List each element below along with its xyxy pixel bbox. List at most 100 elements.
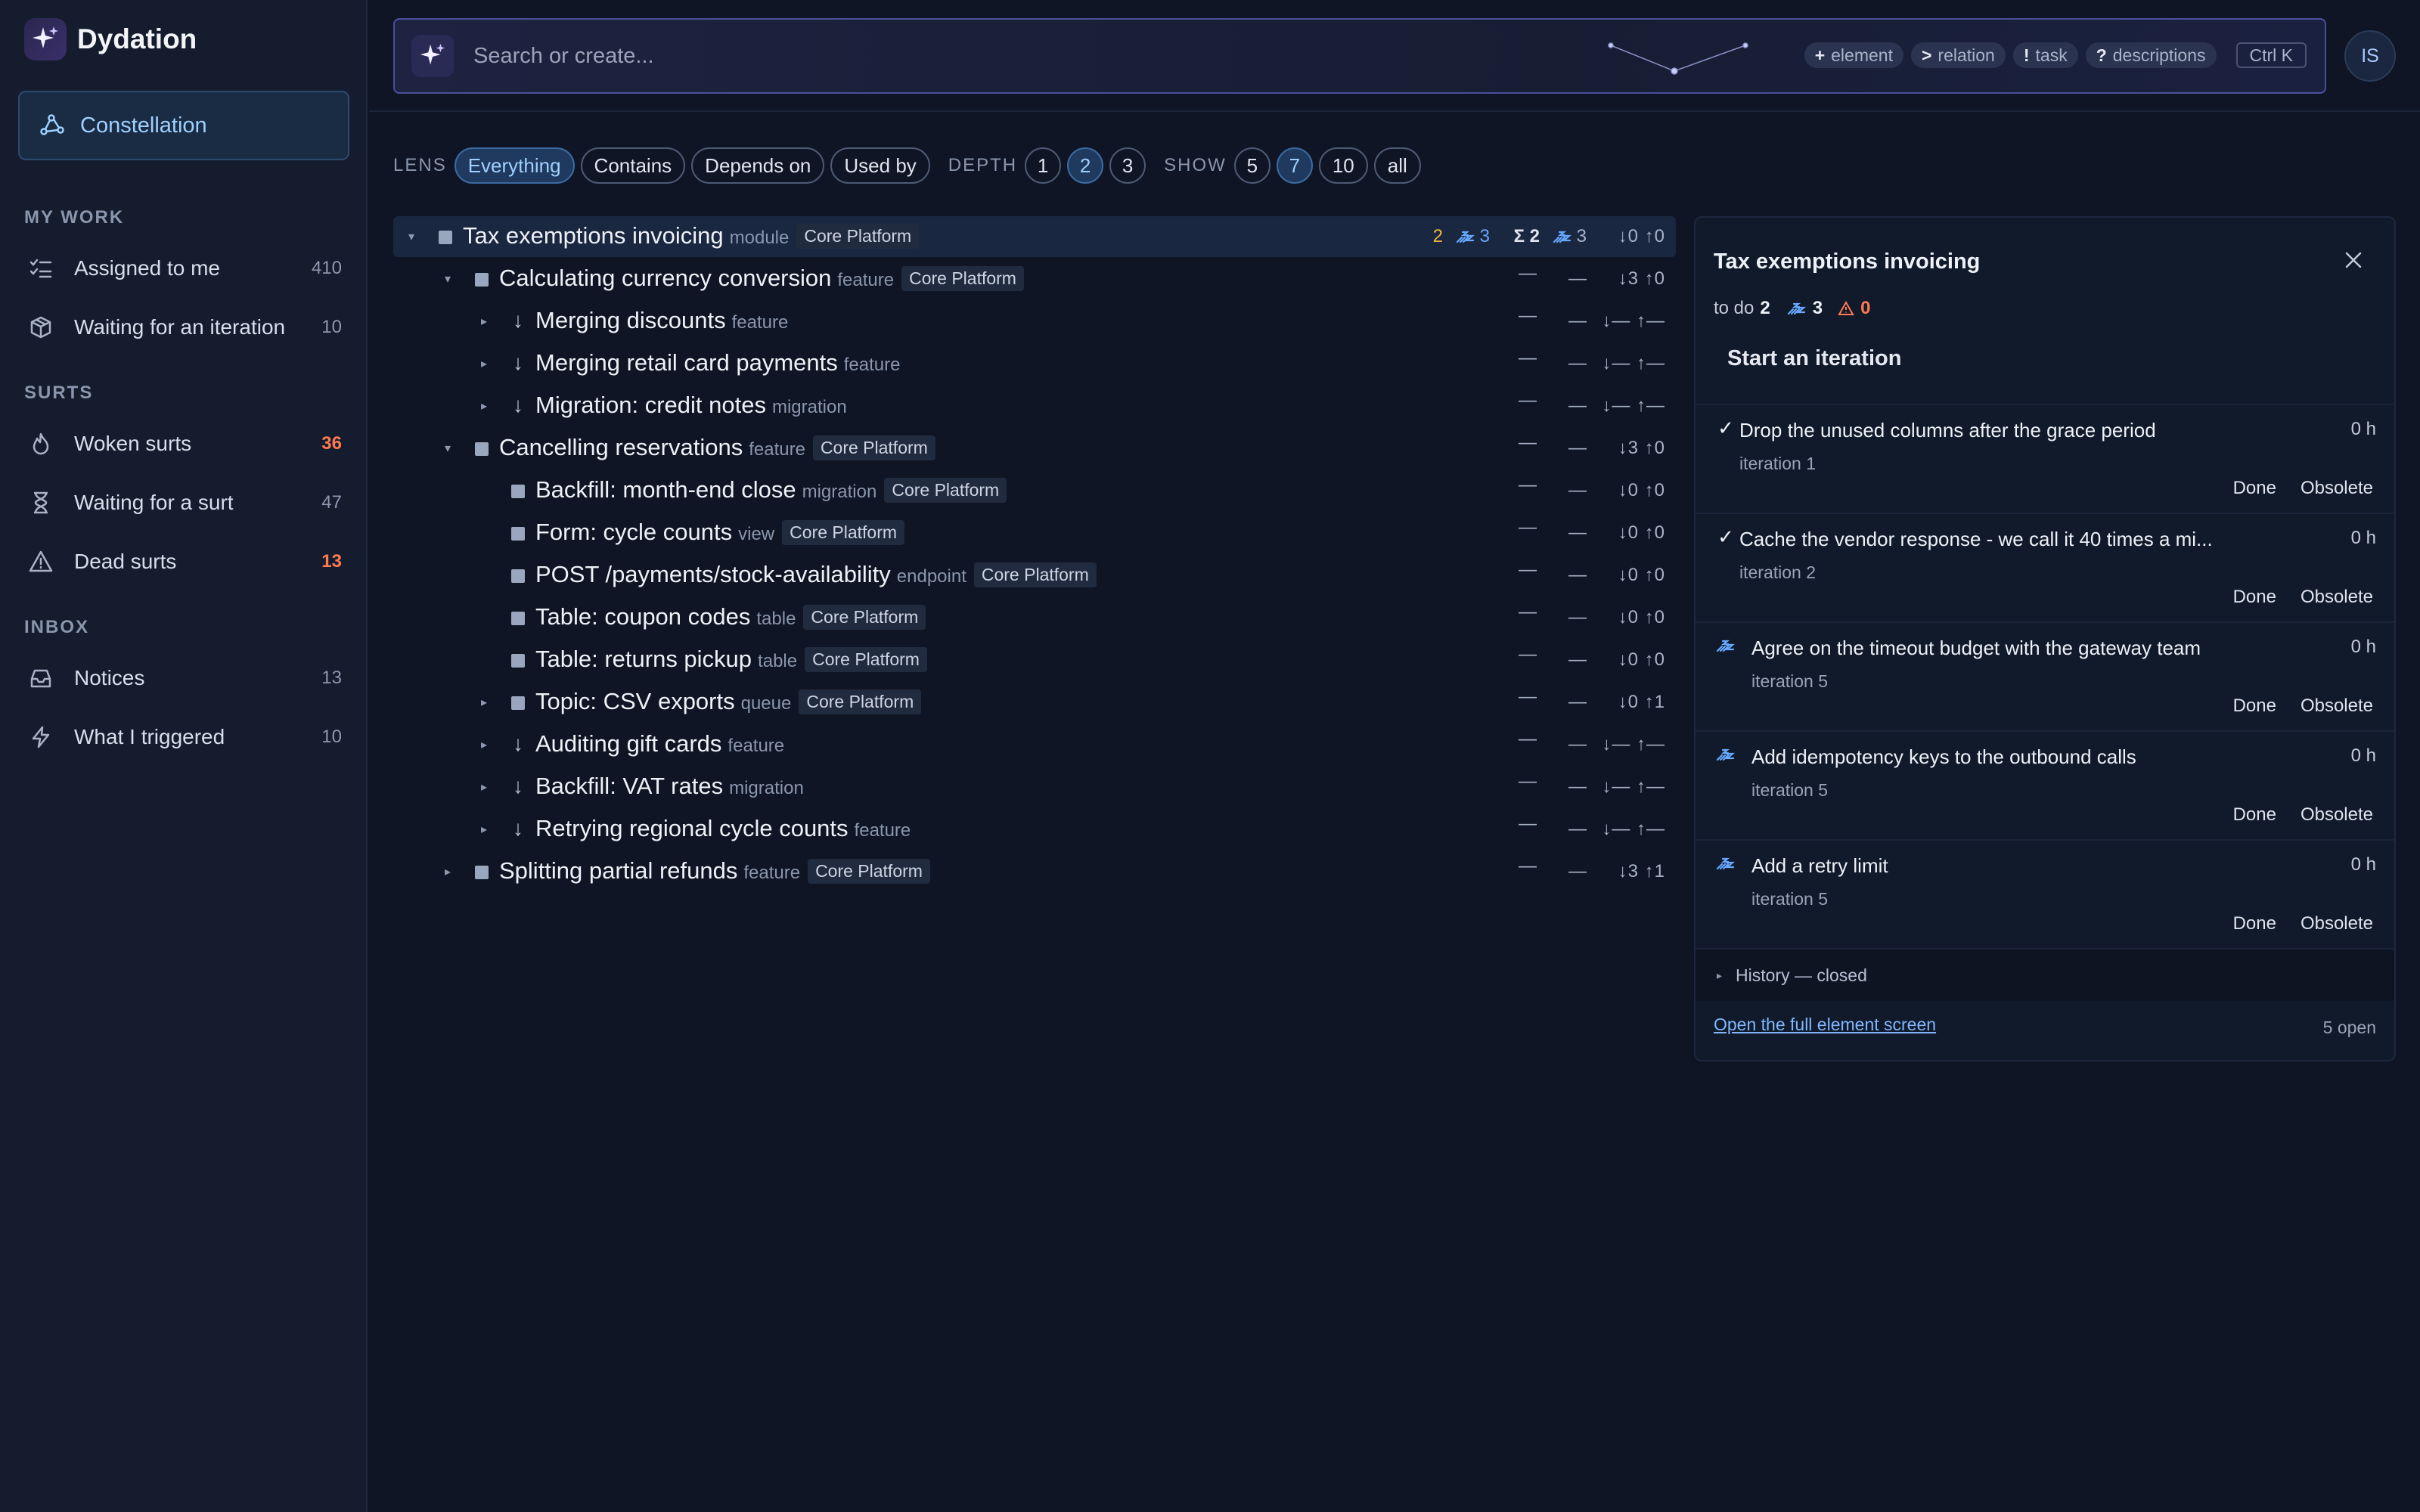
element-name[interactable]: Table: coupon codes bbox=[535, 603, 750, 631]
caret-right-icon[interactable]: ▸ bbox=[476, 777, 492, 797]
team-badge[interactable]: Core Platform bbox=[796, 223, 920, 249]
element-name[interactable]: Calculating currency conversion bbox=[499, 265, 831, 292]
task-title[interactable]: Add idempotency keys to the outbound cal… bbox=[1751, 745, 2136, 769]
task-done-button[interactable]: Done bbox=[2233, 478, 2276, 499]
hint-chip-task[interactable]: ! task bbox=[2012, 42, 2078, 68]
task-obsolete-button[interactable]: Obsolete bbox=[2301, 913, 2373, 934]
tree-row[interactable]: ▸ ↓ Migration: credit notes migration — — ↓— ↑… bbox=[393, 386, 1676, 426]
nav-what-i-triggered[interactable]: What I triggered 10 bbox=[18, 712, 349, 762]
task-obsolete-button[interactable]: Obsolete bbox=[2301, 696, 2373, 717]
depth-1[interactable]: 1 bbox=[1025, 147, 1062, 184]
caret-down-icon[interactable]: ▾ bbox=[440, 269, 455, 289]
element-name[interactable]: Tax exemptions invoicing bbox=[463, 222, 724, 249]
hint-chip-relation[interactable]: > relation bbox=[1910, 42, 2006, 68]
tree-row[interactable]: ▾ Tax exemptions invoicing module Core Plat… bbox=[393, 216, 1676, 257]
team-badge[interactable]: Core Platform bbox=[973, 562, 1097, 587]
show-7[interactable]: 7 bbox=[1276, 147, 1313, 184]
close-icon[interactable] bbox=[2344, 251, 2363, 269]
element-name[interactable]: Backfill: VAT rates bbox=[535, 773, 723, 800]
search-input[interactable]: Search or create... bbox=[473, 44, 654, 69]
nav-waiting-for-surt[interactable]: Waiting for a surt 47 bbox=[18, 478, 349, 528]
task-title[interactable]: Drop the unused columns after the grace … bbox=[1739, 419, 2156, 442]
brand[interactable]: Dydation bbox=[24, 17, 197, 62]
team-badge[interactable]: Core Platform bbox=[884, 477, 1007, 503]
show-5[interactable]: 5 bbox=[1233, 147, 1270, 184]
show-all[interactable]: all bbox=[1373, 147, 1421, 184]
nav-waiting-for-iteration[interactable]: Waiting for an iteration 10 bbox=[18, 302, 349, 352]
tree-row[interactable]: ▸ ↓ Merging discounts feature — — ↓— ↑— bbox=[393, 301, 1676, 342]
hint-chip-descriptions[interactable]: ? descriptions bbox=[2085, 42, 2217, 68]
task-item[interactable]: Add idempotency keys to the outbound cal… bbox=[1696, 730, 2394, 839]
task-obsolete-button[interactable]: Obsolete bbox=[2301, 587, 2373, 608]
nav-dead-surts[interactable]: Dead surts 13 bbox=[18, 537, 349, 587]
team-badge[interactable]: Core Platform bbox=[808, 858, 930, 884]
tree-row[interactable]: ▸ ↓ Merging retail card payments feature — — ↓… bbox=[393, 343, 1676, 384]
tree-row[interactable]: ▸ ↓ Backfill: VAT rates migration — — ↓— ↑— bbox=[393, 767, 1676, 807]
task-obsolete-button[interactable]: Obsolete bbox=[2301, 478, 2373, 499]
tree-row[interactable]: ▸ ↓ Auditing gift cards feature — — ↓— ↑— bbox=[393, 724, 1676, 765]
team-badge[interactable]: Core Platform bbox=[805, 646, 927, 672]
tree-row[interactable]: ▸ Topic: CSV exports queue Core Platform — — ↓… bbox=[393, 682, 1676, 723]
element-name[interactable]: Merging discounts bbox=[535, 307, 726, 334]
tree-row[interactable]: ▾ Cancelling reservations feature Core Plat… bbox=[393, 428, 1676, 469]
tree-row[interactable]: Table: returns pickup table Core Platform —… bbox=[393, 640, 1676, 680]
element-name[interactable]: Table: returns pickup bbox=[535, 646, 752, 673]
lens-everything[interactable]: Everything bbox=[454, 147, 575, 184]
lens-contains[interactable]: Contains bbox=[580, 147, 686, 184]
caret-right-icon[interactable]: ▸ bbox=[476, 692, 492, 712]
nav-woken-surts[interactable]: Woken surts 36 bbox=[18, 419, 349, 469]
tree-row[interactable]: ▾ Calculating currency conversion feature C… bbox=[393, 259, 1676, 299]
caret-down-icon[interactable]: ▾ bbox=[440, 438, 455, 458]
task-done-button[interactable]: Done bbox=[2233, 804, 2276, 826]
element-name[interactable]: Retrying regional cycle counts bbox=[535, 815, 849, 842]
task-item[interactable]: Add a retry limit 0 h iteration 5 Done Obsol… bbox=[1696, 839, 2394, 948]
task-done-button[interactable]: Done bbox=[2233, 696, 2276, 717]
element-name[interactable]: Backfill: month-end close bbox=[535, 476, 796, 503]
element-name[interactable]: Migration: credit notes bbox=[535, 392, 766, 419]
tree-row[interactable]: Table: coupon codes table Core Platform — — ↓… bbox=[393, 597, 1676, 638]
caret-right-icon[interactable]: ▸ bbox=[476, 354, 492, 373]
task-item[interactable]: ✓ Drop the unused columns after the grace… bbox=[1696, 404, 2394, 513]
tree-row[interactable]: Form: cycle counts view Core Platform — — ↓0 … bbox=[393, 513, 1676, 553]
show-10[interactable]: 10 bbox=[1318, 147, 1368, 184]
element-name[interactable]: Auditing gift cards bbox=[535, 730, 721, 758]
task-title[interactable]: Agree on the timeout budget with the gat… bbox=[1751, 637, 2201, 660]
nav-assigned-to-me[interactable]: Assigned to me 410 bbox=[18, 243, 349, 293]
lens-depends-on[interactable]: Depends on bbox=[691, 147, 825, 184]
element-name[interactable]: POST /payments/stock-availability bbox=[535, 561, 891, 588]
avatar[interactable]: IS bbox=[2344, 30, 2396, 82]
tree-row[interactable]: ▸ ↓ Retrying regional cycle counts feature —… bbox=[393, 809, 1676, 850]
team-badge[interactable]: Core Platform bbox=[782, 519, 905, 545]
element-name[interactable]: Cancelling reservations bbox=[499, 434, 743, 461]
caret-right-icon[interactable]: ▸ bbox=[440, 862, 455, 881]
task-obsolete-button[interactable]: Obsolete bbox=[2301, 804, 2373, 826]
depth-3[interactable]: 3 bbox=[1109, 147, 1146, 184]
history-toggle[interactable]: ▸ History — closed bbox=[1696, 948, 2394, 1001]
task-item[interactable]: Agree on the timeout budget with the gat… bbox=[1696, 621, 2394, 730]
tree-row[interactable]: POST /payments/stock-availability endpoin… bbox=[393, 555, 1676, 596]
team-badge[interactable]: Core Platform bbox=[803, 604, 926, 630]
team-badge[interactable]: Core Platform bbox=[812, 435, 935, 460]
caret-right-icon[interactable]: ▸ bbox=[476, 820, 492, 839]
hint-chip-element[interactable]: + element bbox=[1804, 42, 1903, 68]
lens-used-by[interactable]: Used by bbox=[830, 147, 930, 184]
constellation-nav-button[interactable]: Constellation bbox=[18, 91, 349, 160]
open-full-element-link[interactable]: Open the full element screen bbox=[1714, 1015, 1936, 1035]
task-item[interactable]: ✓ Cache the vendor response - we call it … bbox=[1696, 513, 2394, 621]
element-name[interactable]: Form: cycle counts bbox=[535, 519, 732, 546]
team-badge[interactable]: Core Platform bbox=[799, 689, 922, 714]
tree-row[interactable]: ▸ Splitting partial refunds feature Core Pl… bbox=[393, 851, 1676, 892]
element-name[interactable]: Splitting partial refunds bbox=[499, 857, 737, 885]
task-done-button[interactable]: Done bbox=[2233, 587, 2276, 608]
caret-right-icon[interactable]: ▸ bbox=[476, 735, 492, 754]
caret-down-icon[interactable]: ▾ bbox=[404, 227, 419, 246]
tree-row[interactable]: Backfill: month-end close migration Core P… bbox=[393, 470, 1676, 511]
task-title[interactable]: Cache the vendor response - we call it 4… bbox=[1739, 528, 2213, 551]
element-name[interactable]: Merging retail card payments bbox=[535, 349, 838, 376]
command-search-bar[interactable]: Search or create... + element > relation !… bbox=[393, 18, 2326, 94]
start-iteration-button[interactable]: Start an iteration bbox=[1727, 346, 1901, 371]
nav-notices[interactable]: Notices 13 bbox=[18, 653, 349, 703]
caret-right-icon[interactable]: ▸ bbox=[476, 311, 492, 331]
caret-right-icon[interactable]: ▸ bbox=[476, 396, 492, 416]
element-name[interactable]: Topic: CSV exports bbox=[535, 688, 735, 715]
